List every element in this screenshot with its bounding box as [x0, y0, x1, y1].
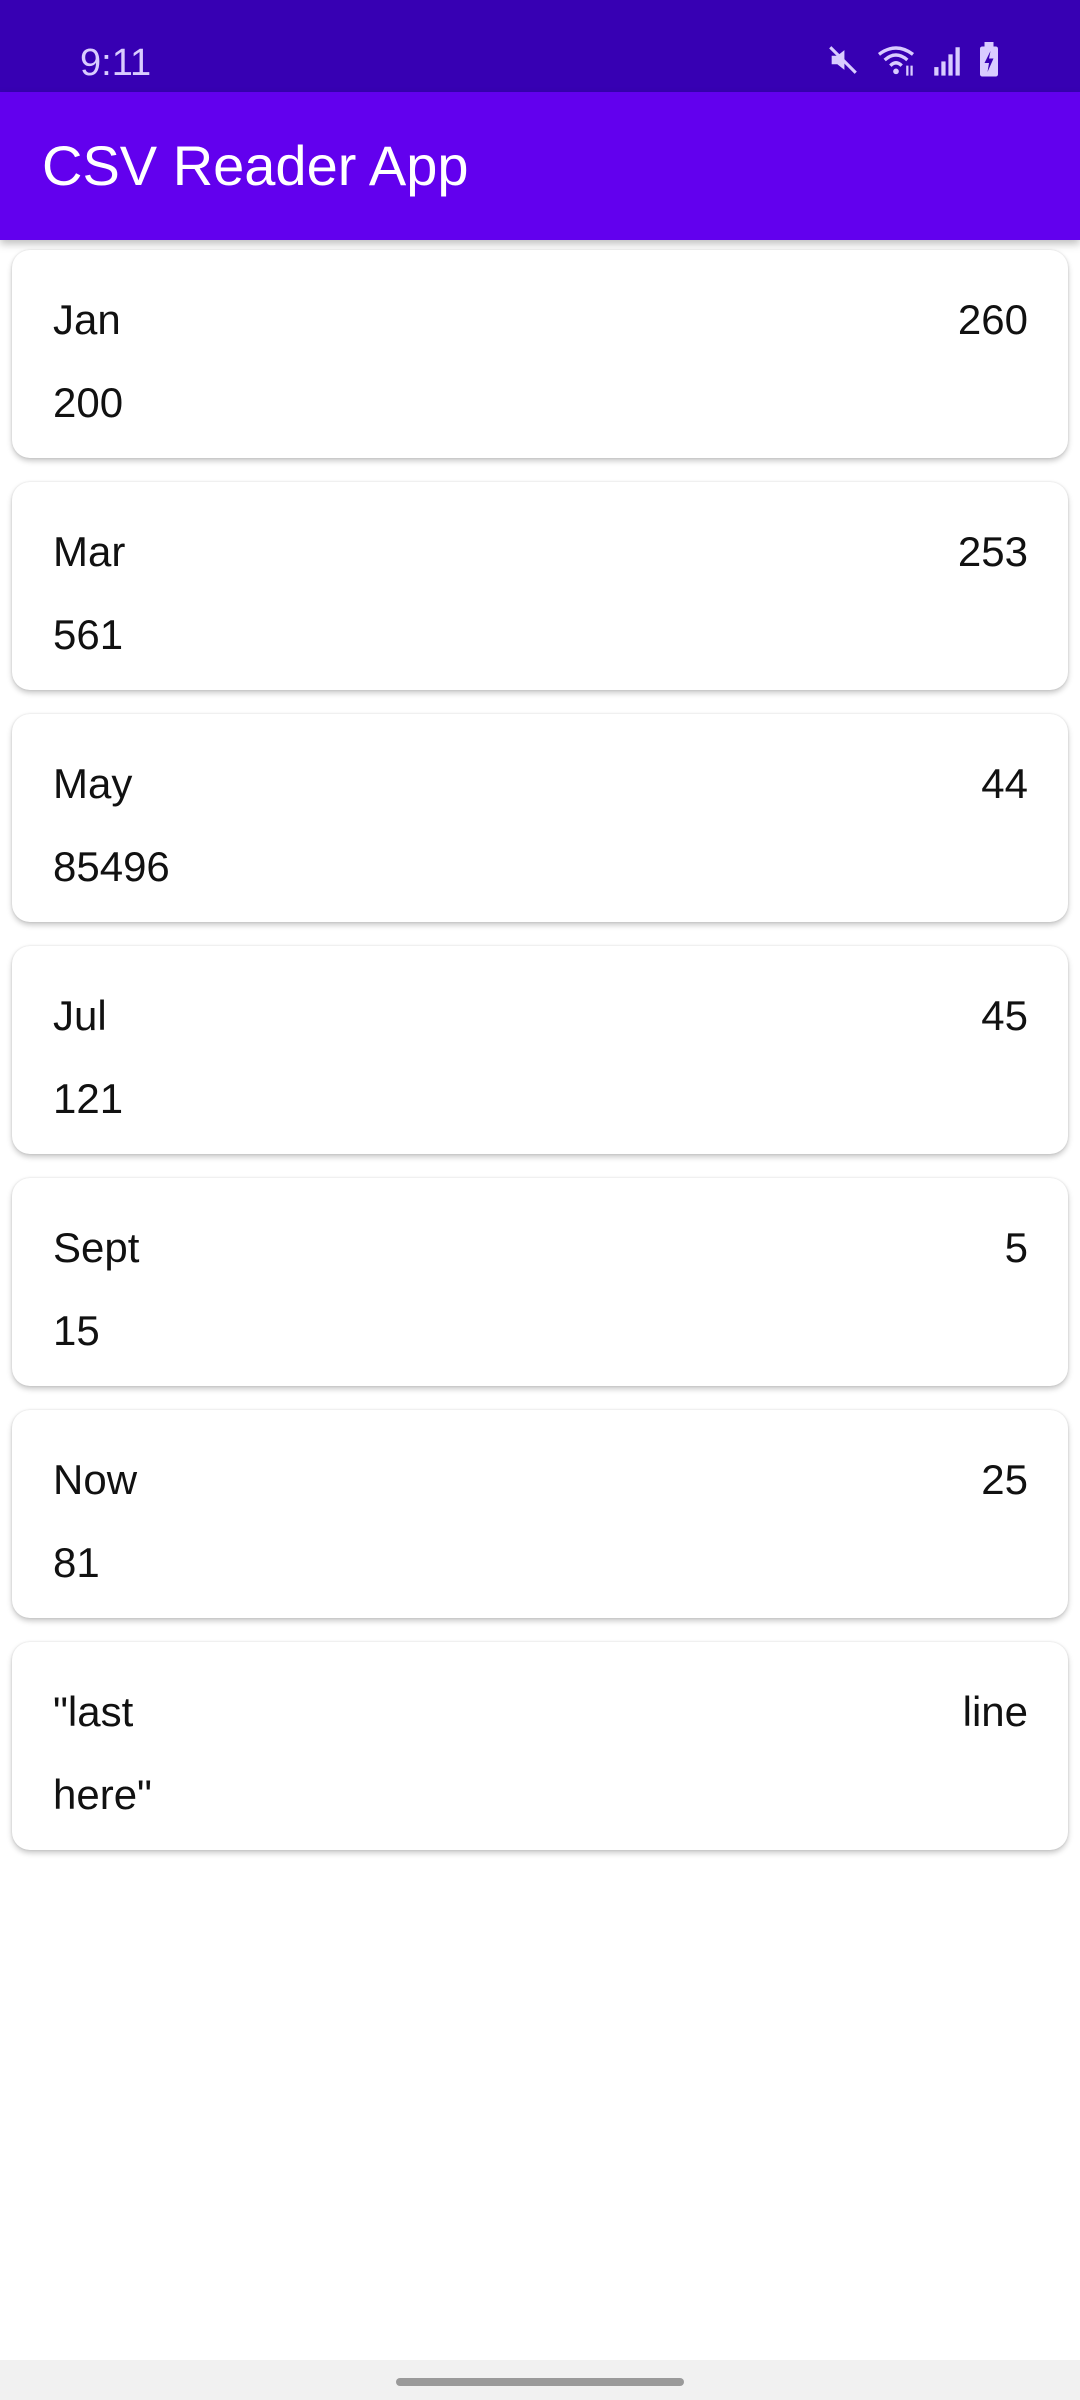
status-bar: 9:11 [0, 0, 1080, 92]
row-first-value: Jul [53, 992, 107, 1039]
row-third-value: 561 [53, 611, 124, 658]
csv-row-card[interactable]: Now 25 81 [12, 1410, 1068, 1618]
csv-row-card[interactable]: Jul 45 121 [12, 946, 1068, 1154]
row-third-value: 121 [53, 1075, 124, 1122]
row-third-value: 81 [53, 1539, 100, 1586]
battery-icon [978, 41, 1000, 83]
row-first-value: Mar [53, 528, 126, 575]
wifi-icon [876, 43, 916, 82]
row-second-value: 45 [981, 992, 1028, 1039]
status-time: 9:11 [80, 42, 152, 84]
status-icons [826, 40, 1000, 84]
row-third-value: 15 [53, 1307, 100, 1354]
row-third-value: here" [53, 1771, 152, 1818]
app-bar: CSV Reader App [0, 92, 1080, 240]
row-second-value: 25 [981, 1456, 1028, 1503]
csv-row-card[interactable]: Mar 253 561 [12, 482, 1068, 690]
row-second-value: 44 [981, 760, 1028, 807]
app-title: CSV Reader App [42, 134, 469, 197]
signal-icon [932, 43, 962, 82]
home-gesture-handle[interactable] [396, 2378, 684, 2386]
row-third-value: 200 [53, 379, 124, 426]
row-third-value: 85496 [53, 843, 170, 890]
csv-row-card[interactable]: Jan 260 200 [12, 250, 1068, 458]
row-first-value: Sept [53, 1224, 140, 1271]
csv-row-card[interactable]: "last line here" [12, 1642, 1068, 1850]
system-nav-bar [0, 2360, 1080, 2400]
mute-icon [826, 43, 860, 82]
row-second-value: 5 [1004, 1224, 1028, 1271]
csv-row-card[interactable]: Sept 5 15 [12, 1178, 1068, 1386]
row-second-value: 253 [957, 528, 1028, 575]
row-first-value: May [53, 760, 133, 807]
row-second-value: line [962, 1688, 1028, 1735]
row-first-value: Now [53, 1456, 138, 1503]
csv-row-card[interactable]: May 44 85496 [12, 714, 1068, 922]
row-first-value: Jan [53, 296, 121, 343]
row-second-value: 260 [957, 296, 1028, 343]
row-first-value: "last [53, 1688, 134, 1735]
